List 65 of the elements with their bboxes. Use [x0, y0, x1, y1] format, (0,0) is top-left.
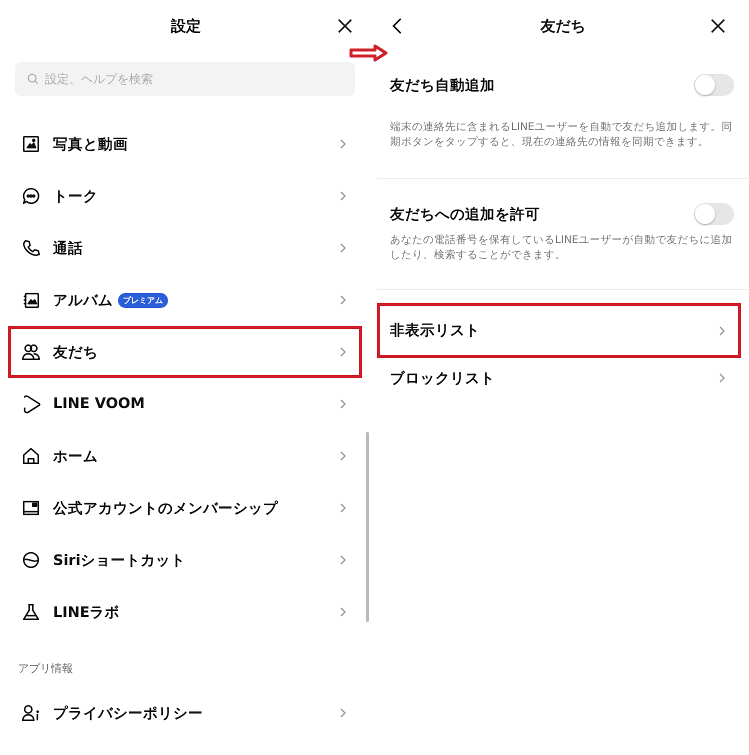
people-icon — [21, 342, 41, 362]
card-icon — [21, 498, 41, 518]
chevron-icon — [339, 554, 347, 566]
settings-item[interactable]: 友だち — [8, 326, 362, 378]
chevron-icon — [339, 294, 347, 306]
chat-bubble-icon — [21, 186, 41, 206]
chevron-icon — [339, 450, 347, 462]
chevron-icon — [339, 346, 347, 358]
item-label: トーク — [53, 188, 98, 206]
flask-icon — [21, 602, 41, 622]
close-icon[interactable] — [336, 17, 354, 35]
item-label: 公式アカウントのメンバーシップ — [53, 500, 278, 518]
item-label: 通話 — [53, 240, 83, 258]
link-label: ブロックリスト — [390, 370, 495, 388]
chevron-icon — [339, 138, 347, 150]
settings-item[interactable]: 公式アカウントのメンバーシップ — [8, 482, 362, 534]
settings-item[interactable]: LINEラボ — [8, 586, 362, 638]
person-info-icon — [21, 703, 41, 723]
chevron-icon — [339, 502, 347, 514]
screen-title: 友だち — [540, 16, 586, 36]
settings-item[interactable]: Siriショートカット — [8, 534, 362, 586]
settings-item[interactable]: アルバム プレミアム — [8, 274, 362, 326]
section-heading: アプリ情報 — [18, 661, 74, 677]
setting-description: 端末の連絡先に含まれるLINEユーザーを自動で友だち追加します。同期ボタンをタップすると、現在の連絡先の情報を同期できます。 — [390, 120, 734, 150]
globe-icon — [21, 550, 41, 570]
item-label: 友だち — [53, 344, 98, 362]
settings-item[interactable]: 写真と動画 — [8, 118, 362, 170]
toggle-switch[interactable] — [694, 203, 734, 225]
chevron-icon — [339, 242, 347, 254]
chevron-icon — [339, 398, 347, 410]
link-label: 非表示リスト — [390, 322, 480, 340]
item-label: LINEラボ — [53, 604, 120, 622]
play-icon — [21, 394, 41, 414]
item-label: プライバシーポリシー — [53, 704, 203, 722]
chevron-icon — [718, 372, 726, 384]
list-link[interactable]: 非表示リスト — [377, 303, 741, 358]
settings-item[interactable]: 通話 — [8, 222, 362, 274]
arrow-icon — [349, 44, 389, 62]
chevron-icon — [718, 324, 726, 336]
close-icon[interactable] — [709, 17, 727, 35]
scrollbar[interactable] — [366, 432, 369, 622]
settings-item[interactable]: ホーム — [8, 430, 362, 482]
item-label: LINE VOOM — [53, 396, 145, 412]
album-icon — [21, 290, 41, 310]
home-icon — [21, 446, 41, 466]
item-label: 写真と動画 — [53, 136, 128, 154]
settings-item[interactable]: トーク — [8, 170, 362, 222]
item-label: アルバム — [53, 292, 113, 310]
phone-icon — [21, 238, 41, 258]
screen-title: 設定 — [171, 16, 201, 36]
chevron-icon — [339, 707, 347, 719]
setting-description: あなたの電話番号を保有しているLINEユーザーが自動で友だちに追加したり、検索することができます。 — [390, 233, 734, 263]
settings-item[interactable]: LINE VOOM — [8, 378, 362, 430]
list-link[interactable]: ブロックリスト — [377, 358, 741, 398]
setting-label: 友だちへの追加を許可 — [390, 206, 540, 224]
setting-label: 友だち自動追加 — [390, 76, 495, 94]
photo-icon — [21, 134, 41, 154]
search-field[interactable]: 設定、ヘルプを検索 — [15, 62, 355, 96]
item-label: Siriショートカット — [53, 552, 186, 570]
chevron-icon — [339, 190, 347, 202]
settings-item[interactable]: プライバシーポリシー — [8, 687, 362, 739]
chevron-icon — [339, 606, 347, 618]
premium-badge: プレミアム — [118, 292, 168, 308]
item-label: ホーム — [53, 448, 98, 466]
toggle-switch[interactable] — [694, 74, 734, 96]
